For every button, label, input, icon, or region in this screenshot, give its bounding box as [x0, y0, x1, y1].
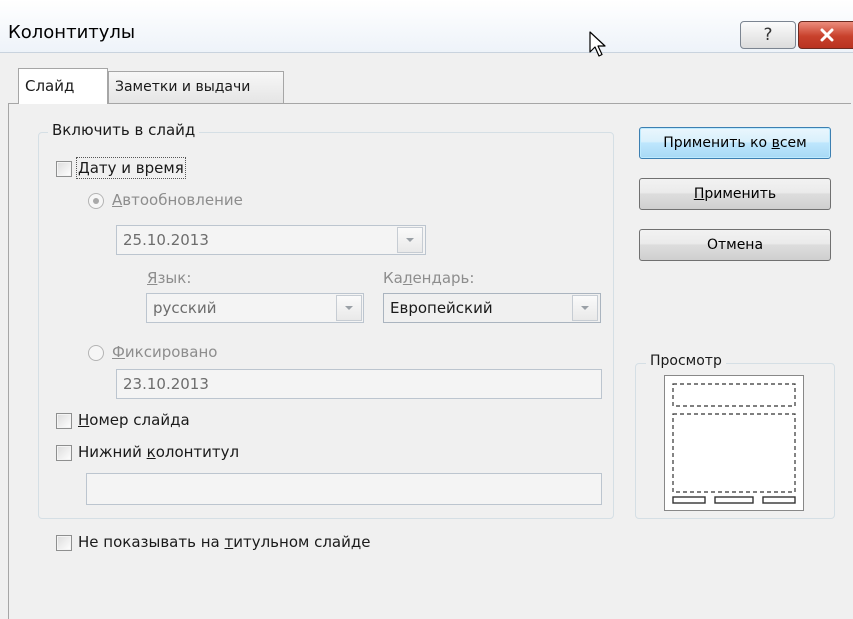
autoupdate-date-select[interactable]: 25.10.2013 — [116, 225, 426, 255]
footer-label: Нижний колонтитул — [78, 443, 240, 461]
tab-label: Заметки и выдачи — [115, 79, 251, 95]
radio-selected-dot — [93, 198, 99, 204]
chevron-down-icon — [581, 306, 589, 310]
slide-layout-icon — [672, 383, 796, 504]
tab-notes-handouts[interactable]: Заметки и выдачи — [108, 71, 284, 103]
apply-to-all-button[interactable]: Применить ко всем — [639, 127, 831, 159]
calendar-dropdown-button[interactable] — [572, 295, 598, 321]
calendar-label: Календарь: — [383, 269, 475, 287]
fixed-radio[interactable] — [88, 345, 104, 361]
fixed-date-input[interactable]: 23.10.2013 — [116, 369, 602, 399]
preview-slide — [664, 375, 804, 511]
language-dropdown-button[interactable] — [336, 295, 362, 321]
mouse-cursor-icon — [589, 31, 606, 57]
footer-checkbox[interactable] — [56, 445, 72, 461]
help-icon: ? — [763, 25, 773, 45]
close-icon — [820, 28, 833, 42]
dont-show-title-checkbox[interactable] — [56, 535, 72, 551]
date-time-label: Дату и время — [76, 157, 186, 179]
preview-legend: Просмотр — [646, 353, 726, 369]
slide-number-label: Номер слайда — [78, 411, 190, 429]
apply-button[interactable]: Применить — [639, 178, 831, 210]
footer-text-input[interactable] — [86, 473, 602, 505]
dont-show-title-label: Не показывать на титульном слайде — [78, 533, 371, 551]
tab-label: Слайд — [25, 77, 75, 95]
language-select[interactable]: русский — [146, 293, 364, 323]
chevron-down-icon — [406, 238, 414, 242]
autoupdate-dropdown-button[interactable] — [397, 227, 423, 253]
window-title: Колонтитулы — [8, 22, 136, 43]
tab-slide[interactable]: Слайд — [18, 68, 108, 104]
language-label: Язык: — [147, 269, 192, 287]
close-button[interactable] — [798, 21, 853, 49]
fixed-label: Фиксировано — [112, 343, 218, 361]
autoupdate-label: Автообновление — [112, 191, 243, 209]
calendar-select[interactable]: Европейский — [383, 293, 601, 323]
date-time-checkbox[interactable] — [56, 161, 72, 177]
tab-divider — [8, 103, 851, 104]
slide-number-checkbox[interactable] — [56, 413, 72, 429]
include-group-legend: Включить в слайд — [48, 121, 200, 139]
autoupdate-radio[interactable] — [88, 193, 104, 209]
cancel-button[interactable]: Отмена — [639, 229, 831, 261]
help-button[interactable]: ? — [740, 21, 796, 49]
chevron-down-icon — [345, 306, 353, 310]
